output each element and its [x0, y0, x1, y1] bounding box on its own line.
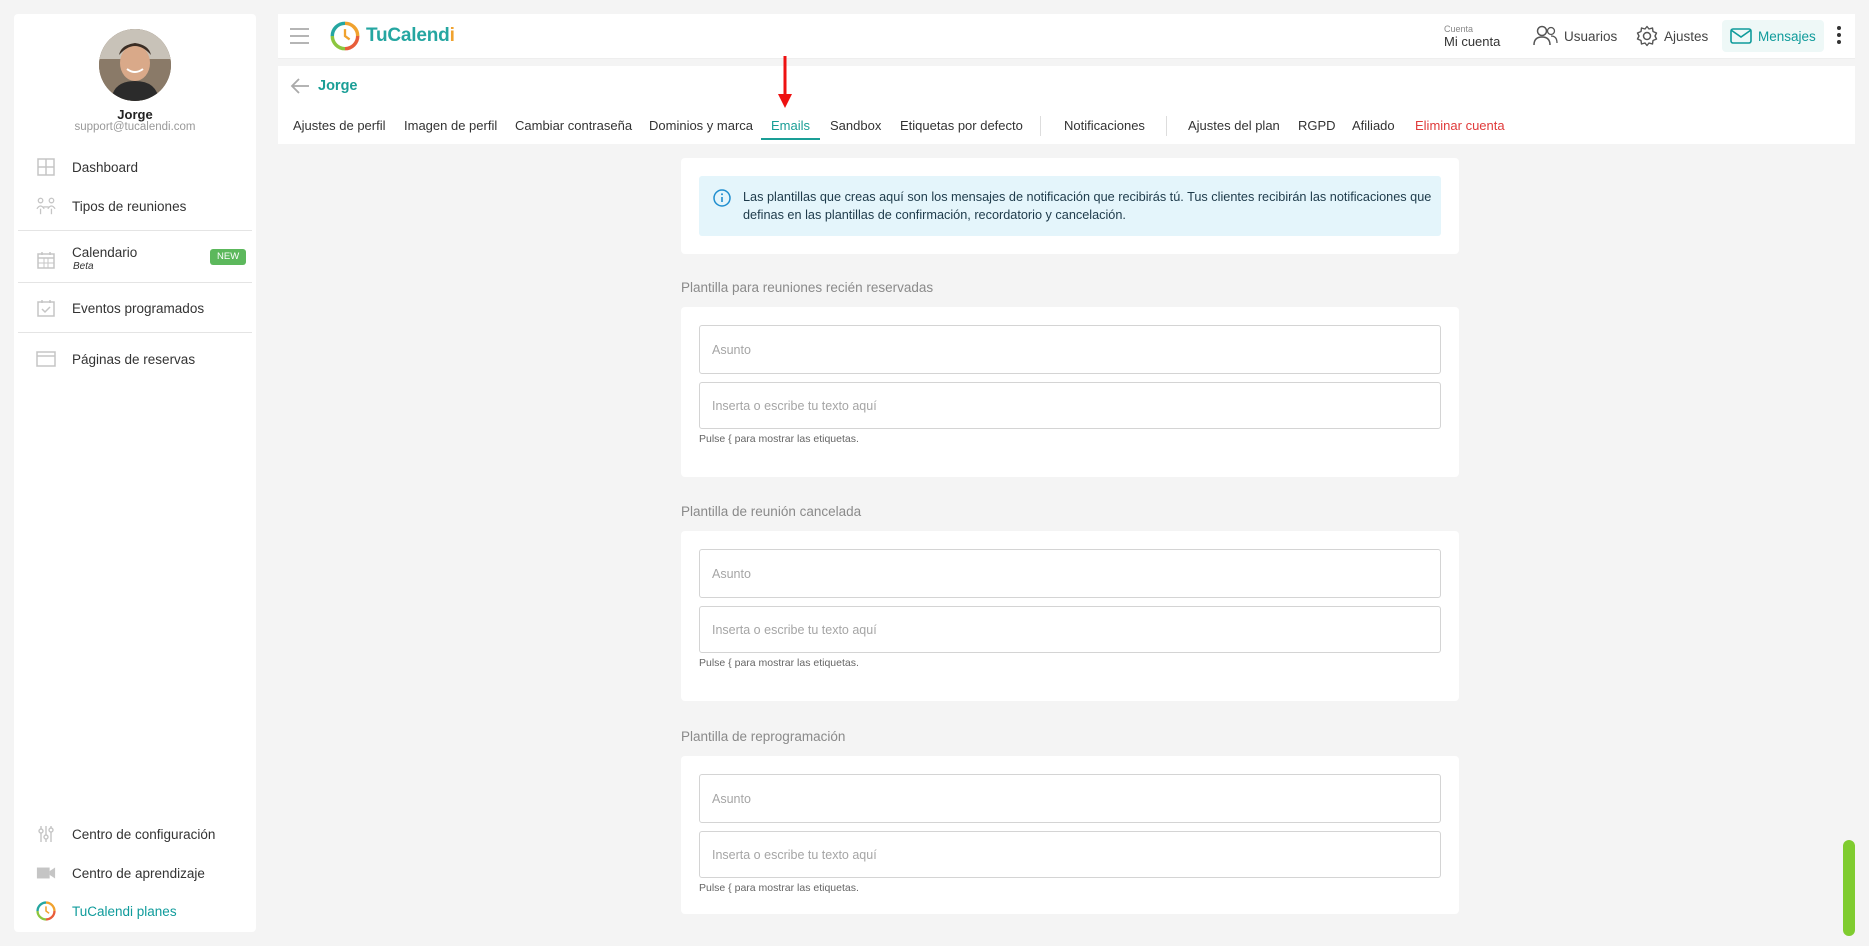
- top-bar: TuCalendi Cuenta Mi cuenta Usuarios Ajus…: [278, 14, 1855, 59]
- sidebar-item-label: Dashboard: [72, 159, 139, 175]
- tucalendi-logo-icon: [330, 21, 360, 51]
- body-field[interactable]: [699, 606, 1441, 653]
- tab-profile-image[interactable]: Imagen de perfil: [404, 114, 497, 144]
- new-badge: NEW: [210, 249, 247, 265]
- tab-emails[interactable]: Emails: [760, 114, 821, 144]
- user-email: support@tucalendi.com: [74, 121, 196, 133]
- tucalendi-logo-icon: [36, 901, 56, 921]
- profile-name: Jorge: [318, 78, 358, 94]
- subject-input[interactable]: [700, 326, 1440, 373]
- info-text: Las plantillas que creas aquí son los me…: [743, 190, 1432, 222]
- sidebar-item-label: Eventos programados: [72, 300, 205, 316]
- tags-hint: Pulse { para mostrar las etiquetas.: [699, 882, 859, 894]
- users-label: Usuarios: [1564, 28, 1618, 44]
- tab-change-password[interactable]: Cambiar contraseña: [515, 114, 632, 144]
- info-card: Las plantillas que creas aquí son los me…: [681, 158, 1459, 254]
- tab-sandbox[interactable]: Sandbox: [830, 114, 881, 144]
- sidebar-item-plans[interactable]: TuCalendi planes: [14, 891, 256, 931]
- sidebar-item-scheduled-events[interactable]: Eventos programados: [14, 288, 256, 328]
- sidebar-item-label: Centro de aprendizaje: [72, 865, 205, 881]
- app-logo[interactable]: TuCalendi: [330, 21, 455, 51]
- logo-text: TuCalendi: [366, 25, 455, 46]
- sidebar-item-label: TuCalendi planes: [72, 903, 177, 919]
- tab-default-tags[interactable]: Etiquetas por defecto: [900, 114, 1023, 144]
- tab-rgpd[interactable]: RGPD: [1298, 114, 1336, 144]
- beta-label: Beta: [73, 261, 94, 272]
- sidebar-item-meeting-types[interactable]: Tipos de reuniones: [14, 186, 256, 226]
- sidebar-item-label: Tipos de reuniones: [72, 198, 187, 214]
- booking-pages-icon: [36, 349, 56, 369]
- body-field[interactable]: [699, 831, 1441, 878]
- tab-affiliate[interactable]: Afiliado: [1352, 114, 1395, 144]
- sidebar-divider: [18, 230, 252, 231]
- hamburger-menu-icon[interactable]: [290, 28, 309, 44]
- sidebar-item-label: Centro de configuración: [72, 826, 216, 842]
- subject-field[interactable]: [699, 774, 1441, 823]
- messages-label: Mensajes: [1758, 28, 1816, 44]
- subject-input[interactable]: [700, 550, 1440, 597]
- tags-hint: Pulse { para mostrar las etiquetas.: [699, 657, 859, 669]
- sidebar-item-booking-pages[interactable]: Páginas de reservas: [14, 339, 256, 379]
- envelope-icon: [1730, 28, 1752, 44]
- info-alert: Las plantillas que creas aquí son los me…: [699, 176, 1441, 236]
- tab-plan-settings[interactable]: Ajustes del plan: [1188, 114, 1280, 144]
- sidebar: Jorge support@tucalendi.com Dashboard Ti…: [14, 14, 256, 932]
- scrollbar-thumb[interactable]: [1843, 840, 1855, 936]
- template-title: Plantilla de reprogramación: [681, 729, 846, 744]
- sidebar-divider: [18, 282, 252, 283]
- tab-notifications[interactable]: Notificaciones: [1064, 114, 1145, 144]
- info-icon: [713, 189, 731, 207]
- settings-button[interactable]: Ajustes: [1628, 20, 1716, 52]
- tab-delete-account[interactable]: Eliminar cuenta: [1415, 114, 1505, 144]
- subject-input[interactable]: [700, 775, 1440, 822]
- user-name: Jorge: [117, 107, 153, 122]
- profile-header: Jorge Ajustes de perfil Imagen de perfil…: [278, 66, 1855, 144]
- sidebar-item-label: Calendario: [72, 245, 138, 260]
- users-button[interactable]: Usuarios: [1524, 20, 1625, 52]
- tags-hint: Pulse { para mostrar las etiquetas.: [699, 433, 859, 445]
- body-input[interactable]: [700, 383, 1440, 428]
- messages-button[interactable]: Mensajes: [1722, 20, 1824, 52]
- arrow-left-icon: [290, 78, 309, 94]
- settings-label: Ajustes: [1664, 28, 1709, 44]
- account-name: Mi cuenta: [1444, 34, 1501, 49]
- sidebar-item-calendar[interactable]: Calendario Beta NEW: [14, 236, 256, 280]
- tab-divider: [1040, 116, 1041, 136]
- body-input[interactable]: [700, 607, 1440, 652]
- account-label: Cuenta: [1444, 24, 1474, 34]
- scheduled-events-icon: [36, 298, 56, 318]
- avatar[interactable]: [99, 29, 171, 101]
- sidebar-item-config-center[interactable]: Centro de configuración: [14, 814, 256, 854]
- template-card: Pulse { para mostrar las etiquetas.: [681, 307, 1459, 477]
- template-card: Pulse { para mostrar las etiquetas.: [681, 756, 1459, 914]
- sidebar-item-label: Páginas de reservas: [72, 351, 196, 367]
- annotation-arrow-icon: [778, 56, 792, 108]
- account-menu[interactable]: Cuenta Mi cuenta: [1444, 24, 1500, 49]
- tab-profile-settings[interactable]: Ajustes de perfil: [293, 114, 386, 144]
- template-title: Plantilla de reunión cancelada: [681, 504, 862, 519]
- subject-field[interactable]: [699, 325, 1441, 374]
- template-card: Pulse { para mostrar las etiquetas.: [681, 531, 1459, 701]
- gear-icon: [1636, 25, 1658, 47]
- sliders-icon: [36, 824, 56, 844]
- users-icon: [1533, 25, 1558, 46]
- subject-field[interactable]: [699, 549, 1441, 598]
- template-title: Plantilla para reuniones recién reservad…: [681, 280, 934, 295]
- video-camera-icon: [36, 863, 56, 883]
- more-options-icon[interactable]: [1834, 26, 1844, 48]
- dashboard-icon: [36, 157, 56, 177]
- meeting-types-icon: [36, 196, 56, 216]
- sidebar-divider: [18, 332, 252, 333]
- calendar-icon: [36, 250, 56, 270]
- body-input[interactable]: [700, 832, 1440, 877]
- tab-divider: [1166, 116, 1167, 136]
- tab-domains-brand[interactable]: Dominios y marca: [649, 114, 753, 144]
- sidebar-item-learning-center[interactable]: Centro de aprendizaje: [14, 853, 256, 893]
- sidebar-item-dashboard[interactable]: Dashboard: [14, 147, 256, 187]
- back-button[interactable]: Jorge: [290, 78, 358, 94]
- body-field[interactable]: [699, 382, 1441, 429]
